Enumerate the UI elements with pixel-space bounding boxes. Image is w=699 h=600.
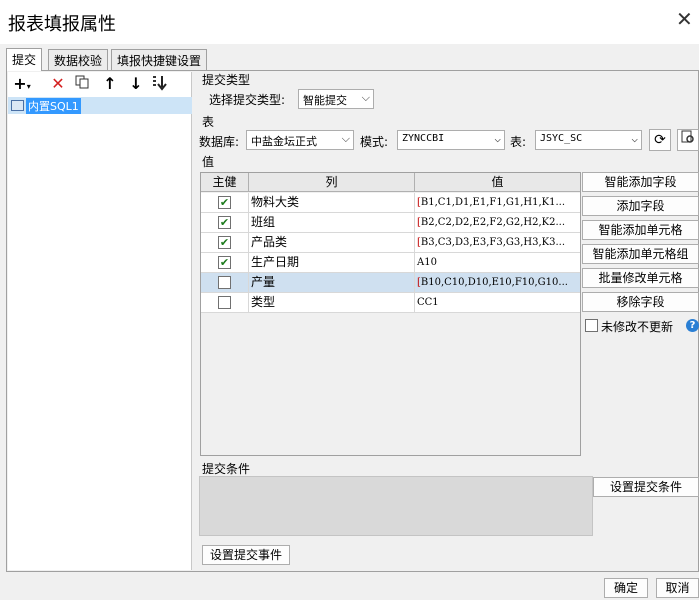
database-label: 数据库: (199, 135, 240, 149)
key-cell: ✔ (201, 233, 249, 253)
move-down-icon[interactable]: ↓ (126, 74, 146, 94)
key-checkbox[interactable] (218, 296, 231, 309)
tab-shortcut-settings[interactable]: 填报快捷键设置 (111, 49, 208, 70)
sql-tree-panel: +▾ ✕ ↑ ↓ 内置SQL1 (8, 72, 192, 570)
value-cell[interactable]: [B10,C10,D10,E10,F10,G10... (415, 273, 580, 293)
cancel-button[interactable]: 取消 (656, 578, 699, 598)
delete-icon[interactable]: ✕ (48, 74, 68, 94)
submit-type-select[interactable]: 智能提交 ⌵ (298, 89, 374, 109)
chevron-down-icon: ⌵ (494, 132, 501, 145)
set-condition-button[interactable]: 设置提交条件 (593, 477, 699, 497)
tree-item[interactable]: 内置SQL1 (8, 97, 192, 114)
remove-field-button[interactable]: 移除字段 (582, 292, 699, 312)
key-cell (201, 293, 249, 313)
window-title: 报表填报属性 (8, 14, 116, 35)
key-checkbox[interactable] (218, 276, 231, 289)
key-cell: ✔ (201, 193, 249, 213)
value-cell[interactable]: A10 (415, 253, 580, 273)
schema-value: ZYNCCBI (402, 133, 445, 144)
chevron-down-icon: ⌵ (361, 91, 370, 104)
tab-data-validation[interactable]: 数据校验 (48, 49, 109, 70)
preview-icon[interactable] (677, 129, 699, 151)
chevron-down-icon: ⌵ (631, 132, 638, 145)
set-event-button[interactable]: 设置提交事件 (202, 545, 290, 565)
column-cell[interactable]: 类型 (249, 293, 415, 313)
tab-submit[interactable]: 提交 (6, 48, 43, 71)
table-row[interactable]: ✔ 产品类 [B3,C3,D3,E3,F3,G3,H3,K3... (201, 233, 580, 253)
column-cell[interactable]: 产量 (249, 273, 415, 293)
smart-add-cell-button[interactable]: 智能添加单元格 (582, 220, 699, 240)
close-icon[interactable]: ✕ (676, 8, 693, 30)
table-value: JSYC_SC (540, 133, 583, 144)
no-update-checkbox[interactable] (585, 319, 598, 332)
key-checkbox[interactable]: ✔ (218, 196, 231, 209)
dialog-footer (0, 572, 699, 600)
column-header-key[interactable]: 主健 (201, 173, 249, 192)
smart-add-field-button[interactable]: 智能添加字段 (582, 172, 699, 192)
column-header-value[interactable]: 值 (415, 173, 580, 192)
table-row[interactable]: 产量 [B10,C10,D10,E10,F10,G10... (201, 273, 580, 293)
key-cell (201, 273, 249, 293)
database-icon (11, 100, 24, 111)
key-cell: ✔ (201, 213, 249, 233)
ok-button[interactable]: 确定 (604, 578, 648, 598)
copy-icon[interactable] (72, 74, 92, 95)
column-cell[interactable]: 生产日期 (249, 253, 415, 273)
value-cell[interactable]: [B3,C3,D3,E3,F3,G3,H3,K3... (415, 233, 580, 253)
value-cell[interactable]: [B1,C1,D1,E1,F1,G1,H1,K1... (415, 193, 580, 213)
field-grid: 主健 列 值 ✔ 物料大类 [B1,C1,D1,E1,F1,G1,H1,K1..… (200, 172, 581, 456)
key-checkbox[interactable]: ✔ (218, 236, 231, 249)
add-field-button[interactable]: 添加字段 (582, 196, 699, 216)
submit-type-section-label: 提交类型 (202, 73, 251, 87)
column-header-column[interactable]: 列 (249, 173, 415, 192)
table-row[interactable]: ✔ 班组 [B2,C2,D2,E2,F2,G2,H2,K2... (201, 213, 580, 233)
value-cell[interactable]: [B2,C2,D2,E2,F2,G2,H2,K2... (415, 213, 580, 233)
value-cell[interactable]: CC1 (415, 293, 580, 313)
add-icon[interactable]: +▾ (12, 74, 32, 97)
grid-header: 主健 列 值 (201, 173, 580, 192)
batch-edit-cells-button[interactable]: 批量修改单元格 (582, 268, 699, 288)
condition-area (199, 476, 593, 536)
no-update-label: 未修改不更新 (601, 320, 674, 334)
column-cell[interactable]: 班组 (249, 213, 415, 233)
move-up-icon[interactable]: ↑ (100, 74, 120, 94)
tree-item-label: 内置SQL1 (26, 98, 81, 114)
key-checkbox[interactable]: ✔ (218, 256, 231, 269)
table-row[interactable]: ✔ 物料大类 [B1,C1,D1,E1,F1,G1,H1,K1... (201, 193, 580, 213)
column-cell[interactable]: 产品类 (249, 233, 415, 253)
submit-type-value: 智能提交 (303, 94, 347, 107)
schema-label: 模式: (360, 135, 389, 149)
condition-section-label: 提交条件 (202, 462, 251, 476)
table-label: 表: (510, 135, 527, 149)
key-cell: ✔ (201, 253, 249, 273)
database-value: 中盐金坛正式 (251, 135, 317, 148)
value-section-label: 值 (202, 155, 215, 169)
refresh-icon[interactable]: ⟳ (649, 129, 671, 151)
move-bottom-icon[interactable] (150, 74, 170, 97)
table-row[interactable]: 类型 CC1 (201, 293, 580, 313)
column-cell[interactable]: 物料大类 (249, 193, 415, 213)
chevron-down-icon: ⌵ (341, 132, 350, 145)
smart-add-cell-group-button[interactable]: 智能添加单元格组 (582, 244, 699, 264)
tree-toolbar: +▾ ✕ ↑ ↓ (8, 72, 192, 96)
help-icon[interactable]: ? (686, 319, 699, 332)
submit-type-label: 选择提交类型: (209, 93, 286, 107)
table-select[interactable]: JSYC_SC ⌵ (535, 130, 642, 150)
table-section-label: 表 (202, 115, 215, 129)
schema-select[interactable]: ZYNCCBI ⌵ (397, 130, 505, 150)
table-row[interactable]: ✔ 生产日期 A10 (201, 253, 580, 273)
database-select[interactable]: 中盐金坛正式 ⌵ (246, 130, 354, 150)
key-checkbox[interactable]: ✔ (218, 216, 231, 229)
